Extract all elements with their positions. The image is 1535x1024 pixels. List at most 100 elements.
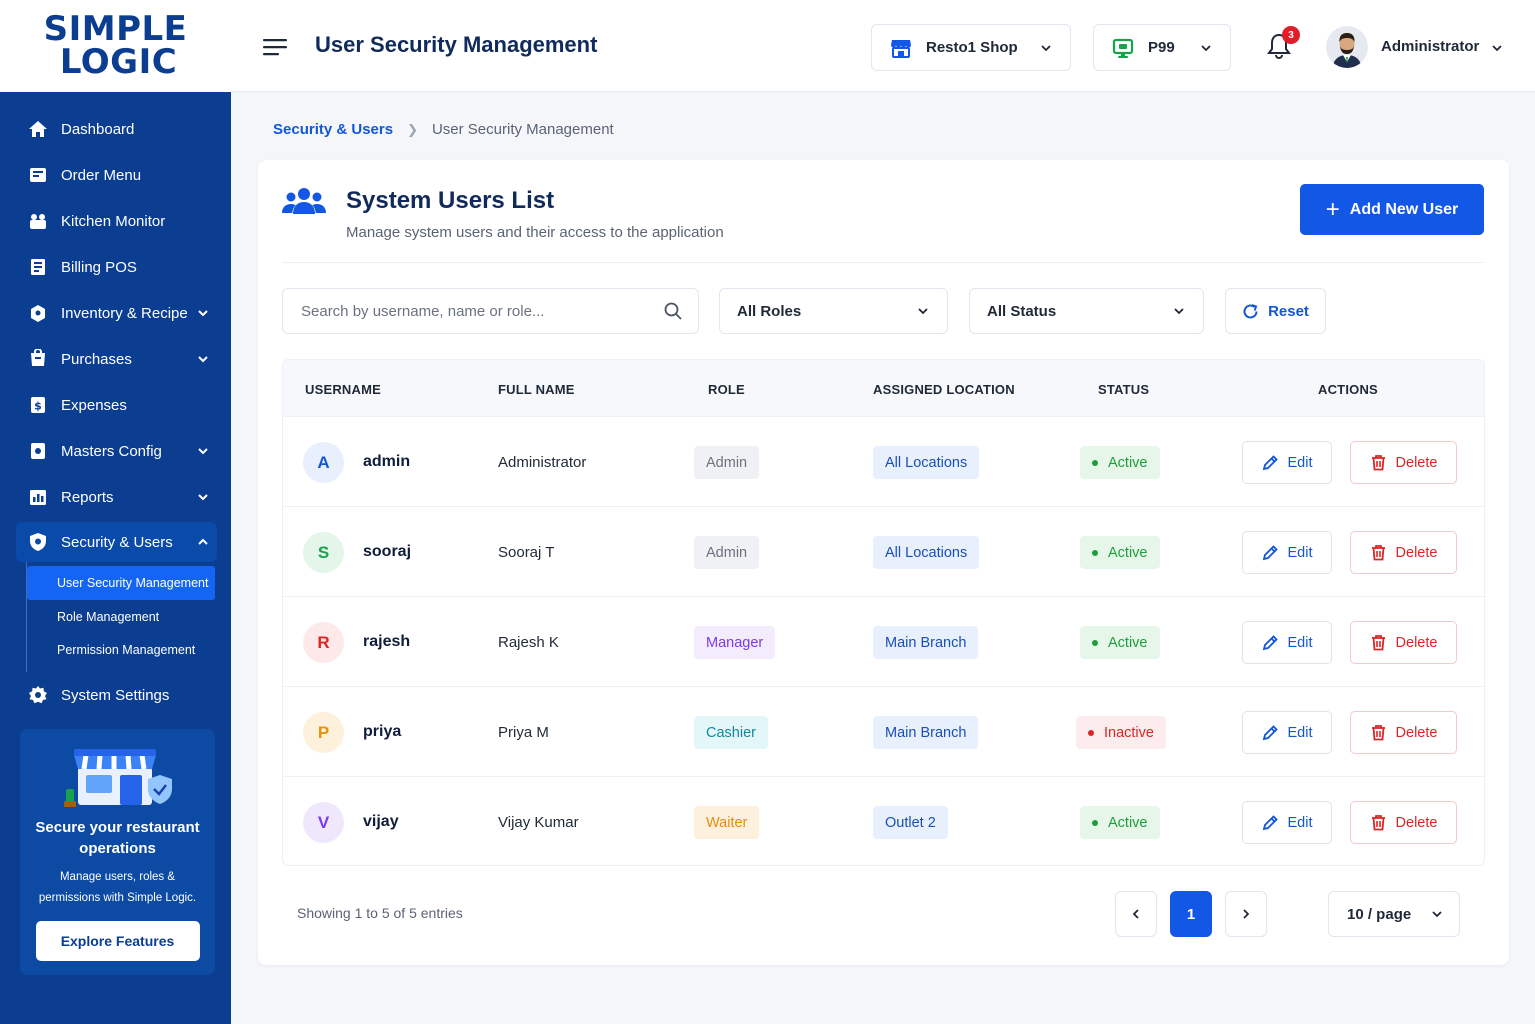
sidebar-item-system-settings[interactable]: System Settings bbox=[0, 672, 231, 718]
chevron-down-icon bbox=[918, 308, 928, 315]
page-button-current[interactable]: 1 bbox=[1170, 891, 1212, 937]
sidebar-item-inventory-recipe[interactable]: Inventory & Recipe bbox=[0, 290, 231, 336]
delete-button[interactable]: Delete bbox=[1350, 531, 1457, 574]
edit-button[interactable]: Edit bbox=[1242, 621, 1332, 664]
card-subtitle: Manage system users and their access to … bbox=[346, 224, 724, 241]
plus-icon: + bbox=[1325, 195, 1340, 223]
table-row[interactable]: S sooraj Sooraj T Admin All Locations Ac… bbox=[283, 507, 1484, 597]
user-name[interactable]: Administrator bbox=[1381, 38, 1479, 55]
edit-label: Edit bbox=[1287, 544, 1313, 561]
promo-text: Manage users, roles & permissions with S… bbox=[38, 871, 197, 904]
shield-icon bbox=[28, 532, 48, 552]
kitchen-monitor-icon bbox=[28, 211, 48, 231]
next-page-button[interactable] bbox=[1225, 891, 1267, 937]
sidebar-item-label: Dashboard bbox=[61, 120, 135, 138]
column-header-username[interactable]: USERNAME bbox=[305, 382, 381, 397]
table-row[interactable]: V vijay Vijay Kumar Waiter Outlet 2 Acti… bbox=[283, 777, 1484, 865]
sidebar-item-label: Inventory & Recipe bbox=[61, 304, 188, 322]
expenses-icon: $ bbox=[28, 395, 48, 415]
edit-button[interactable]: Edit bbox=[1242, 801, 1332, 844]
sidebar-item-billing-pos[interactable]: Billing POS bbox=[0, 244, 231, 290]
shop-selector[interactable]: Resto1 Shop bbox=[871, 24, 1071, 71]
sidebar-item-reports[interactable]: Reports bbox=[0, 474, 231, 520]
delete-button[interactable]: Delete bbox=[1350, 441, 1457, 484]
delete-button[interactable]: Delete bbox=[1350, 621, 1457, 664]
chevron-down-icon bbox=[1432, 911, 1442, 918]
role-badge: Admin bbox=[694, 536, 760, 569]
page-size-select[interactable]: 10 / page bbox=[1328, 891, 1460, 937]
pencil-icon bbox=[1262, 725, 1278, 741]
hamburger-menu-icon[interactable] bbox=[263, 37, 287, 57]
delete-label: Delete bbox=[1395, 724, 1438, 741]
masters-config-icon bbox=[28, 441, 48, 461]
terminal-selector[interactable]: P99 bbox=[1093, 24, 1231, 71]
edit-button[interactable]: Edit bbox=[1242, 441, 1332, 484]
table-row[interactable]: A admin Administrator Admin All Location… bbox=[283, 417, 1484, 507]
column-header-full-name[interactable]: FULL NAME bbox=[498, 382, 575, 397]
chevron-down-icon bbox=[198, 356, 208, 363]
column-header-assigned-location[interactable]: ASSIGNED LOCATION bbox=[873, 382, 1015, 397]
sidebar-item-order-menu[interactable]: Order Menu bbox=[0, 152, 231, 198]
sidebar-item-masters-config[interactable]: Masters Config bbox=[0, 428, 231, 474]
delete-button[interactable]: Delete bbox=[1350, 801, 1457, 844]
search-icon[interactable] bbox=[664, 302, 682, 320]
breadcrumb-parent-link[interactable]: Security & Users bbox=[273, 121, 393, 138]
sidebar-item-kitchen-monitor[interactable]: Kitchen Monitor bbox=[0, 198, 231, 244]
card-title: System Users List bbox=[346, 187, 555, 214]
add-new-user-label: Add New User bbox=[1349, 200, 1459, 218]
search-input[interactable] bbox=[283, 289, 643, 333]
brand-logo[interactable]: SIMPLE LOGIC bbox=[0, 0, 231, 92]
chevron-down-icon[interactable] bbox=[1491, 42, 1503, 54]
column-header-actions: ACTIONS bbox=[1318, 382, 1378, 397]
status-filter-select[interactable]: All Status bbox=[969, 288, 1204, 334]
status-badge: Active bbox=[1080, 806, 1160, 839]
terminal-name: P99 bbox=[1148, 39, 1175, 56]
sidebar-item-expenses[interactable]: $ Expenses bbox=[0, 382, 231, 428]
sidebar-subitem-user-security-management[interactable]: User Security Management bbox=[27, 566, 215, 600]
chevron-down-icon bbox=[198, 494, 208, 501]
table-row[interactable]: P priya Priya M Cashier Main Branch Inac… bbox=[283, 687, 1484, 777]
sidebar-item-label: Masters Config bbox=[61, 442, 162, 460]
role-badge: Waiter bbox=[694, 806, 760, 839]
chevron-right-icon: ❯ bbox=[407, 121, 418, 137]
sidebar-item-label: Expenses bbox=[61, 396, 127, 414]
edit-label: Edit bbox=[1287, 814, 1313, 831]
reset-button[interactable]: Reset bbox=[1225, 288, 1326, 334]
billing-icon bbox=[28, 257, 48, 277]
search-box bbox=[282, 288, 699, 334]
home-icon bbox=[28, 119, 48, 139]
user-initial-avatar: V bbox=[303, 802, 344, 843]
status-badge: Active bbox=[1080, 626, 1160, 659]
page-size-value: 10 / page bbox=[1347, 905, 1412, 923]
trash-icon bbox=[1371, 545, 1385, 561]
delete-button[interactable]: Delete bbox=[1350, 711, 1457, 754]
order-menu-icon bbox=[28, 165, 48, 185]
prev-page-button[interactable] bbox=[1115, 891, 1157, 937]
sidebar-subitem-permission-management[interactable]: Permission Management bbox=[27, 633, 231, 666]
status-label: Active bbox=[1108, 814, 1148, 831]
pencil-icon bbox=[1262, 455, 1278, 471]
avatar[interactable] bbox=[1326, 26, 1368, 68]
chevron-right-icon bbox=[1243, 909, 1250, 919]
security-subnav: User Security Management Role Management… bbox=[26, 562, 231, 672]
status-label: Active bbox=[1108, 454, 1148, 471]
edit-button[interactable]: Edit bbox=[1242, 531, 1332, 574]
column-header-role[interactable]: ROLE bbox=[708, 382, 745, 397]
add-new-user-button[interactable]: + Add New User bbox=[1300, 184, 1484, 235]
role-filter-value: All Roles bbox=[737, 302, 802, 320]
role-filter-select[interactable]: All Roles bbox=[719, 288, 948, 334]
location-badge: Main Branch bbox=[873, 716, 979, 749]
users-icon bbox=[282, 188, 326, 214]
table-row[interactable]: R rajesh Rajesh K Manager Main Branch Ac… bbox=[283, 597, 1484, 687]
column-header-status[interactable]: STATUS bbox=[1098, 382, 1149, 397]
sidebar-item-label: Security & Users bbox=[61, 533, 173, 551]
sidebar-item-dashboard[interactable]: Dashboard bbox=[0, 106, 231, 152]
sidebar-item-security-users[interactable]: Security & Users bbox=[16, 522, 217, 562]
explore-features-button[interactable]: Explore Features bbox=[35, 921, 200, 961]
edit-button[interactable]: Edit bbox=[1242, 711, 1332, 754]
sidebar-item-purchases[interactable]: Purchases bbox=[0, 336, 231, 382]
sidebar-subitem-role-management[interactable]: Role Management bbox=[27, 600, 231, 633]
breadcrumb: Security & Users ❯ User Security Managem… bbox=[273, 121, 614, 138]
trash-icon bbox=[1371, 455, 1385, 471]
role-badge: Admin bbox=[694, 446, 760, 479]
